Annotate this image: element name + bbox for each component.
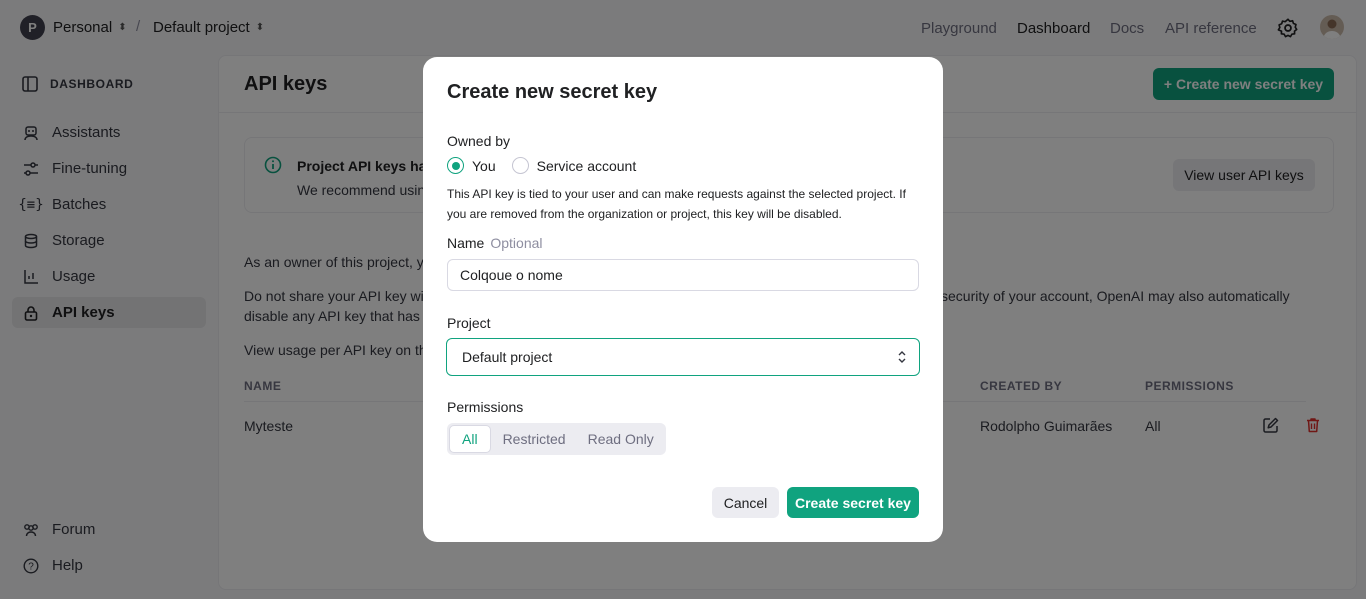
- project-select-value: Default project: [462, 349, 553, 365]
- owner-help-text: This API key is tied to your user and ca…: [447, 187, 906, 221]
- project-label: Project: [447, 315, 491, 331]
- name-label-text: Name: [447, 235, 485, 251]
- project-select[interactable]: Default project: [446, 338, 920, 376]
- dialog-title: Create new secret key: [447, 81, 658, 103]
- create-secret-key-dialog: Create new secret key Owned by You Servi…: [423, 57, 943, 542]
- owned-by-label: Owned by: [447, 133, 511, 149]
- name-input[interactable]: Colqoue o nome: [447, 259, 919, 291]
- create-secret-key-submit-button[interactable]: Create secret key: [787, 487, 919, 518]
- name-label: Name Optional: [447, 235, 543, 251]
- chevron-updown-icon: [898, 351, 906, 363]
- permissions-label: Permissions: [447, 399, 524, 415]
- radio-owner-you-label[interactable]: You: [472, 158, 496, 174]
- permission-read-only[interactable]: Read Only: [578, 425, 664, 453]
- radio-owner-you[interactable]: [447, 157, 464, 174]
- permissions-segmented-control: All Restricted Read Only: [447, 423, 666, 455]
- permission-restricted[interactable]: Restricted: [493, 425, 576, 453]
- radio-owner-service-account[interactable]: [511, 157, 529, 174]
- optional-hint: Optional: [490, 235, 543, 251]
- permission-all[interactable]: All: [449, 425, 491, 453]
- cancel-button[interactable]: Cancel: [712, 487, 779, 518]
- owner-radio-group: You Service account: [447, 157, 652, 174]
- radio-owner-service-account-label[interactable]: Service account: [537, 158, 637, 174]
